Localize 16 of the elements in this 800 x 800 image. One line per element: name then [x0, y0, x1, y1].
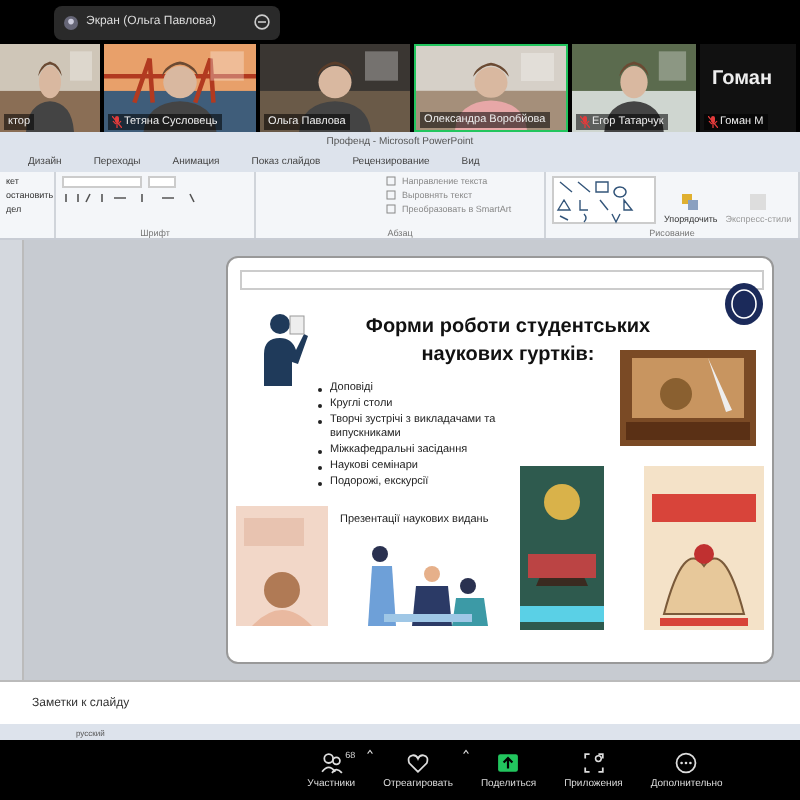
quick-styles-icon	[748, 192, 769, 212]
slide-title: Форми роботи студентських наукових гуртків:	[363, 314, 653, 370]
caret-icon[interactable]	[365, 748, 374, 756]
heart-icon	[406, 751, 430, 773]
share-screen-icon	[496, 751, 521, 773]
apps-icon	[581, 751, 606, 773]
university-emblem-icon	[724, 282, 764, 326]
caret-icon[interactable]	[462, 748, 471, 756]
participant-display-name: Гоман	[712, 68, 773, 90]
people-icon	[319, 751, 344, 773]
more-icon	[674, 751, 699, 773]
minimize-icon	[254, 14, 270, 30]
arrange-icon	[680, 192, 701, 212]
speaker-figure-icon	[260, 310, 308, 386]
slide-thumbnails-panel[interactable]	[0, 240, 24, 680]
avatar-icon	[64, 15, 78, 29]
